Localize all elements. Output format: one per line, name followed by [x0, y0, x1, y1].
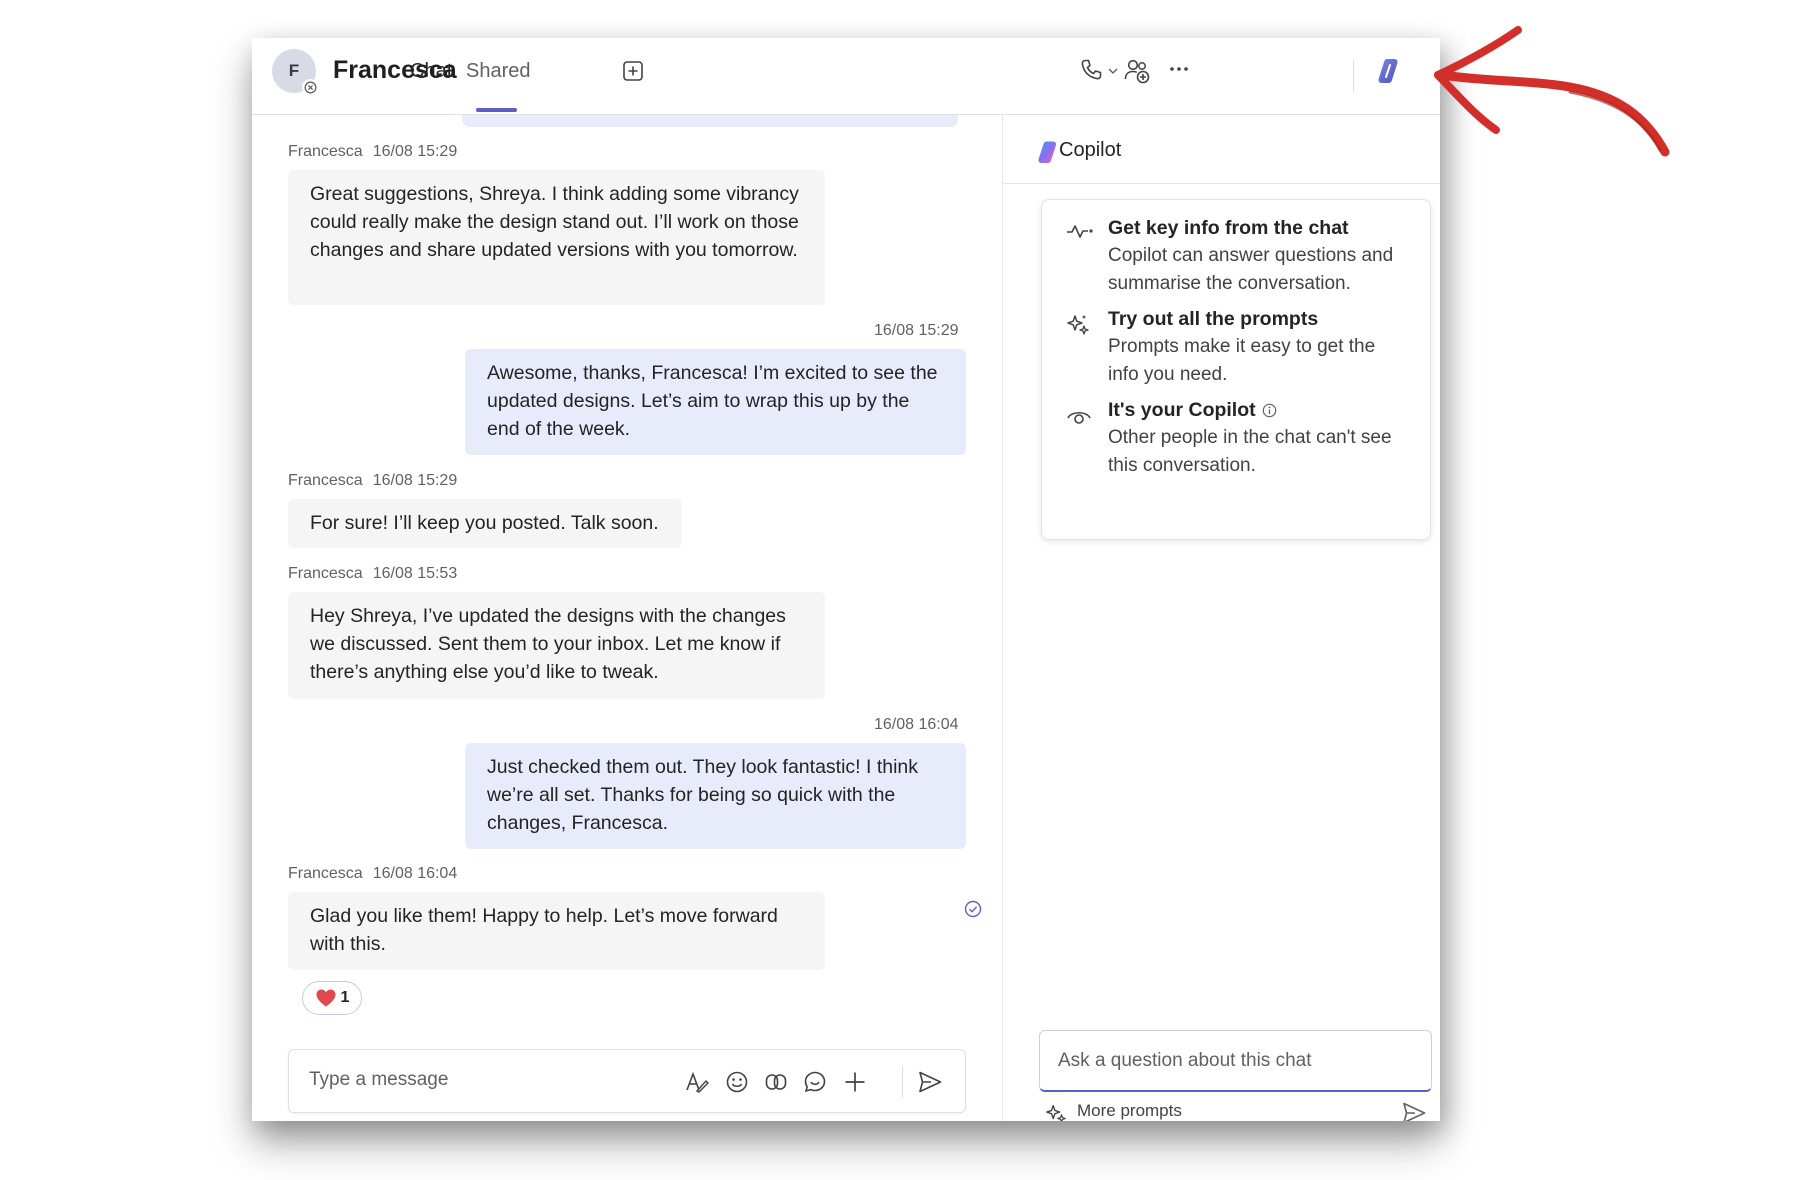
message-meta: Francesca 16/08 15:29 [288, 472, 458, 489]
red-arrow-annotation [1434, 26, 1670, 157]
heart-reaction[interactable]: 1 [302, 981, 362, 1015]
message-input[interactable] [307, 1068, 611, 1092]
previous-message-bubble [462, 115, 958, 127]
compose-divider [902, 1066, 903, 1098]
message-compose-box[interactable] [288, 1049, 966, 1113]
info-icon[interactable] [1262, 403, 1277, 418]
emoji-icon[interactable] [724, 1069, 750, 1095]
chat-messages-pane[interactable]: Francesca 16/08 15:29 Great suggestions, … [252, 115, 1002, 1121]
format-icon[interactable] [684, 1069, 710, 1095]
header-divider [1353, 60, 1354, 92]
heart-icon [316, 989, 336, 1007]
message-meta: Francesca 16/08 16:04 [288, 865, 458, 882]
chat-header: F Francesca Chat Shared [252, 38, 1440, 115]
message-time: 16/08 15:29 [874, 322, 959, 339]
message-bubble-incoming[interactable]: Great suggestions, Shreya. I think addin… [288, 170, 825, 305]
loop-icon[interactable] [763, 1069, 789, 1095]
eye-icon [1067, 411, 1091, 424]
sticker-icon[interactable] [802, 1069, 828, 1095]
pane-divider [1002, 115, 1003, 1121]
active-tab-indicator [476, 108, 517, 112]
teams-chat-window: F Francesca Chat Shared Francesca 16/08 … [252, 38, 1440, 1121]
message-bubble-outgoing[interactable]: Just checked them out. They look fantast… [465, 743, 966, 849]
feature-prompts: Try out all the prompts Prompts make it … [1108, 308, 1376, 385]
copilot-send-icon[interactable] [1401, 1100, 1427, 1121]
feature-private-copilot: It's your Copilot Other people in the ch… [1108, 399, 1392, 476]
copilot-logo-icon [1038, 141, 1057, 163]
more-prompts-row: More prompts [1039, 1097, 1432, 1121]
message-bubble-outgoing[interactable]: Awesome, thanks, Francesca! I’m excited … [465, 349, 966, 455]
reaction-count: 1 [340, 989, 350, 1006]
key-info-icon [1067, 225, 1093, 238]
sparkle-prompts-icon[interactable] [1045, 1102, 1067, 1121]
send-icon[interactable] [917, 1069, 943, 1095]
copilot-intro-card: Get key info from the chat Copilot can a… [1041, 199, 1431, 540]
more-prompts-button[interactable]: More prompts [1077, 1101, 1182, 1121]
sparkle-icon [1067, 314, 1089, 335]
copilot-title: Copilot [1059, 139, 1122, 161]
add-tab-icon[interactable] [622, 60, 644, 82]
message-time: 16/08 16:04 [874, 716, 959, 733]
message-meta: Francesca 16/08 15:53 [288, 565, 458, 582]
add-people-icon[interactable] [1122, 56, 1152, 86]
tab-chat[interactable]: Chat [410, 60, 452, 83]
copilot-ask-box[interactable] [1039, 1030, 1432, 1092]
message-meta: Francesca 16/08 15:29 [288, 143, 458, 160]
copilot-panel-header: Copilot [1003, 115, 1440, 184]
more-options-icon[interactable] [1168, 64, 1190, 74]
presence-offline-icon [302, 79, 318, 95]
tab-shared[interactable]: Shared [466, 60, 531, 83]
chevron-down-icon[interactable] [1107, 66, 1119, 76]
message-bubble-incoming[interactable]: Hey Shreya, I’ve updated the designs wit… [288, 592, 825, 699]
plus-icon[interactable] [842, 1069, 868, 1095]
seen-check-icon [964, 900, 982, 918]
copilot-icon[interactable] [1373, 56, 1403, 86]
copilot-question-input[interactable] [1056, 1049, 1400, 1073]
feature-key-info: Get key info from the chat Copilot can a… [1108, 217, 1394, 294]
message-bubble-incoming[interactable]: For sure! I’ll keep you posted. Talk soo… [288, 499, 682, 548]
call-icon[interactable] [1078, 57, 1104, 83]
message-bubble-incoming[interactable]: Glad you like them! Happy to help. Let’s… [288, 892, 825, 970]
